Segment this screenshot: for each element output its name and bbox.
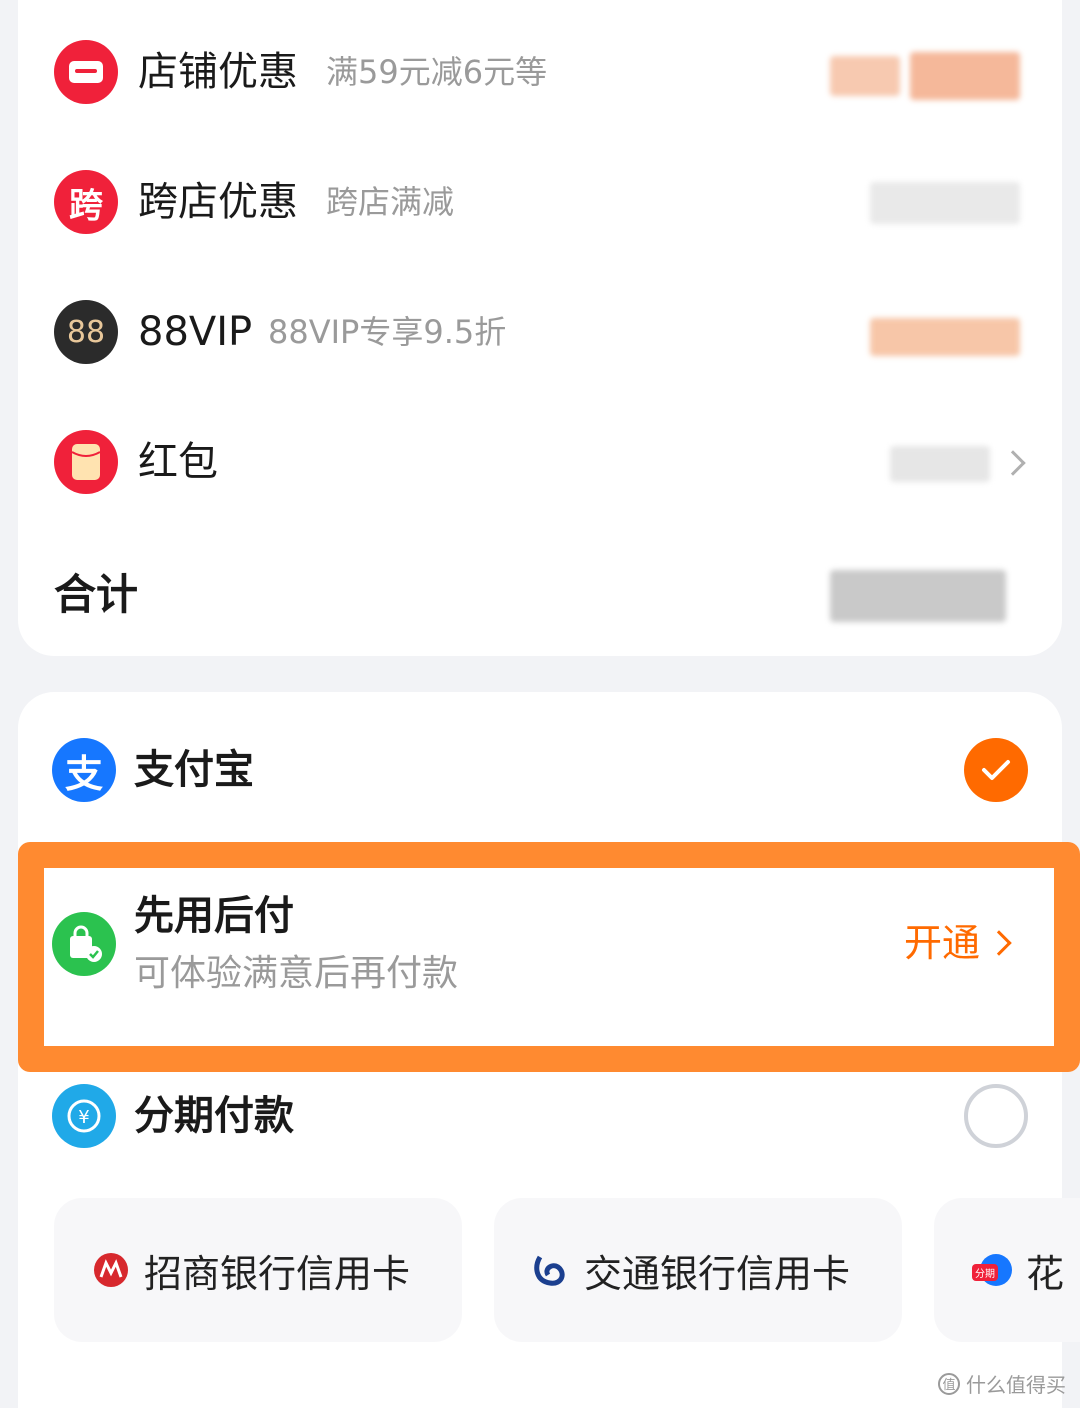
installment-icon: ¥ bbox=[52, 1084, 116, 1148]
blurred-amount bbox=[870, 182, 1020, 224]
alipay-selected-radio[interactable] bbox=[964, 738, 1028, 802]
blurred-amount bbox=[830, 56, 900, 96]
discount-title: 红包 bbox=[138, 439, 218, 485]
blurred-total-amount bbox=[830, 570, 1006, 622]
blurred-amount bbox=[890, 446, 990, 482]
blurred-amount bbox=[910, 52, 1020, 100]
watermark-logo-icon: 值 bbox=[938, 1372, 960, 1395]
bank-chip-bocom[interactable]: 交通银行信用卡 bbox=[494, 1198, 902, 1342]
cross-store-icon: 跨 bbox=[54, 170, 118, 234]
activate-button[interactable]: 开通 bbox=[904, 924, 980, 962]
svg-text:¥: ¥ bbox=[78, 1107, 89, 1128]
watermark: 值 什么值得买 bbox=[938, 1369, 1066, 1398]
bank-chip-cmb[interactable]: 招商银行信用卡 bbox=[54, 1198, 462, 1342]
vip-88-icon: 88 bbox=[54, 300, 118, 364]
discount-title: 88VIP bbox=[138, 309, 253, 355]
bocom-bank-icon bbox=[534, 1255, 565, 1286]
alipay-icon: 支 bbox=[52, 738, 116, 802]
red-packet-icon bbox=[54, 430, 118, 494]
bank-chip-label: 花 bbox=[1026, 1251, 1065, 1296]
discount-title: 跨店优惠 bbox=[138, 179, 298, 225]
shop-coupon-icon bbox=[54, 40, 118, 104]
payment-subtitle: 可体验满意后再付款 bbox=[134, 953, 459, 994]
payment-label: 先用后付 bbox=[134, 893, 294, 939]
discount-subtitle: 88VIP专享9.5折 bbox=[268, 313, 507, 351]
shopping-bag-check-icon bbox=[52, 912, 116, 976]
discount-subtitle: 满59元减6元等 bbox=[326, 53, 548, 91]
bank-chip-label: 招商银行信用卡 bbox=[144, 1251, 411, 1296]
watermark-text: 什么值得买 bbox=[966, 1373, 1066, 1397]
total-label: 合计 bbox=[54, 570, 139, 619]
discount-title: 店铺优惠 bbox=[138, 49, 298, 95]
bank-chip-label: 交通银行信用卡 bbox=[584, 1251, 851, 1296]
discount-subtitle: 跨店满减 bbox=[326, 183, 455, 221]
huabei-installment-icon: 分期 bbox=[972, 1250, 1012, 1290]
bank-chip-huabei[interactable]: 分期 花 bbox=[934, 1198, 1080, 1342]
cmb-bank-icon bbox=[94, 1253, 128, 1287]
installment-radio[interactable] bbox=[964, 1084, 1028, 1148]
payment-label: 分期付款 bbox=[134, 1093, 294, 1139]
payment-label: 支付宝 bbox=[134, 747, 254, 793]
blurred-amount bbox=[870, 318, 1020, 356]
